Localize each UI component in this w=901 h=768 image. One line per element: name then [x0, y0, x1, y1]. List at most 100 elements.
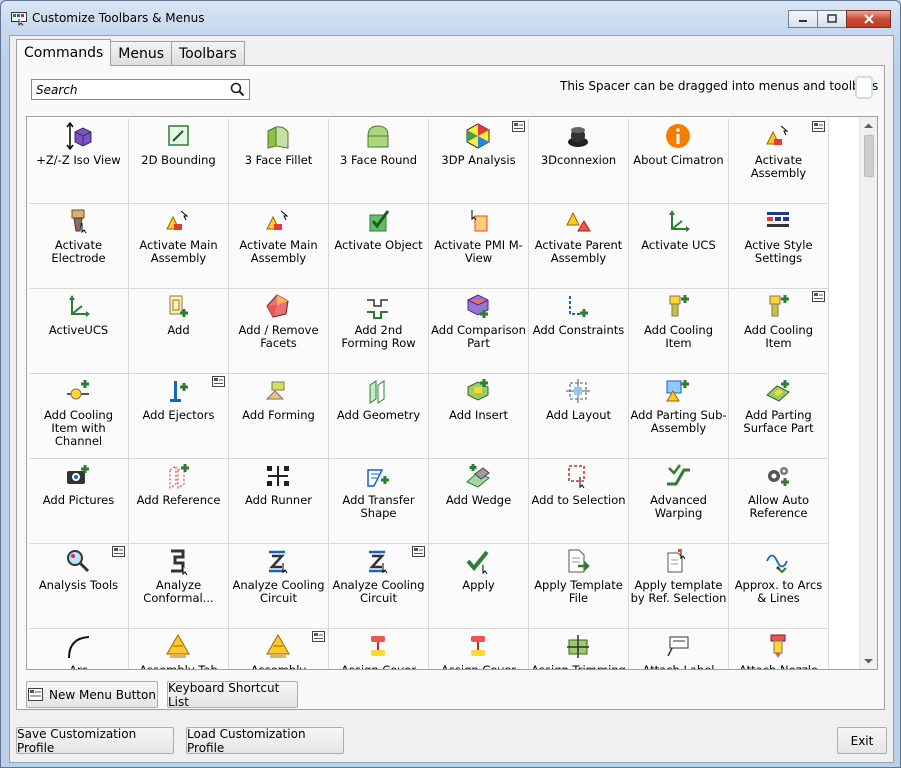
chevron-down-icon [864, 658, 873, 663]
command-label: Add Wedge [445, 493, 512, 507]
command-label: +Z/-Z Iso View [36, 153, 121, 167]
commands-grid-frame: +Z/-Z Iso View 2D Bounding 3 Face Fillet 3 … [26, 116, 878, 670]
command-tile[interactable]: Activate Main Assembly [229, 204, 329, 289]
command-tile[interactable]: Add Runner [229, 459, 329, 544]
submenu-icon [112, 546, 125, 557]
command-tile[interactable]: 2D Bounding [129, 119, 229, 204]
tab-commands[interactable]: Commands [16, 39, 112, 66]
command-tile[interactable]: Add Layout [529, 374, 629, 459]
command-tile[interactable]: Add Transfer Shape [329, 459, 429, 544]
tab-toolbars[interactable]: Toolbars [170, 41, 245, 65]
command-tile[interactable]: Add Ejectors [129, 374, 229, 459]
command-tile[interactable]: Add Forming [229, 374, 329, 459]
close-button[interactable] [846, 10, 891, 28]
command-label: 2D Bounding [141, 153, 216, 167]
command-tile[interactable]: Attach Nozzle [729, 629, 829, 669]
command-tile[interactable]: Active Style Settings [729, 204, 829, 289]
command-label: Apply template by Ref. Selection [630, 578, 727, 605]
command-tile[interactable]: 3DP Analysis [429, 119, 529, 204]
command-tile[interactable]: Add Wedge [429, 459, 529, 544]
reference-icon [169, 464, 189, 489]
command-tile[interactable]: Activate Object [329, 204, 429, 289]
command-tile[interactable]: Assign Trimming [529, 629, 629, 669]
command-tile[interactable]: +Z/-Z Iso View [29, 119, 129, 204]
command-tile[interactable]: 3 Face Round [329, 119, 429, 204]
keyboard-shortcut-button[interactable]: Keyboard Shortcut List [167, 681, 298, 709]
command-tile[interactable]: Analyze Cooling Circuit [329, 544, 429, 629]
command-tile[interactable]: Allow Auto Reference [729, 459, 829, 544]
face-fillet-icon [267, 126, 289, 149]
command-tile[interactable]: Assign Cover [329, 629, 429, 669]
search-icon[interactable] [230, 82, 245, 97]
app-icon [11, 12, 27, 26]
command-tile[interactable]: About Cimatron [629, 119, 729, 204]
command-tile[interactable]: Add Comparison Part [429, 289, 529, 374]
scrollbar-thumb[interactable] [864, 135, 874, 177]
command-tile[interactable]: Add Parting Sub-Assembly [629, 374, 729, 459]
command-tile[interactable]: Arc [29, 629, 129, 669]
cooling-icon [669, 295, 689, 317]
chevron-up-icon [864, 123, 873, 128]
scroll-down-button[interactable] [860, 652, 877, 669]
new-menu-label: New Menu Button [49, 687, 156, 702]
command-tile[interactable]: Analysis Tools [29, 544, 129, 629]
command-tile[interactable]: Add / Remove Facets [229, 289, 329, 374]
command-tile[interactable]: Activate PMI M-View [429, 204, 529, 289]
command-tile[interactable]: Assign Cover [429, 629, 529, 669]
ucs-icon [69, 295, 90, 317]
command-tile[interactable]: Assembly [229, 629, 329, 669]
vertical-scrollbar[interactable] [859, 117, 877, 669]
label-icon [667, 636, 689, 657]
command-tile[interactable]: Add to Selection [529, 459, 629, 544]
command-tile[interactable]: Assembly Tab [129, 629, 229, 669]
command-label: Analysis Tools [38, 578, 119, 592]
save-profile-button[interactable]: Save Customization Profile [16, 727, 174, 755]
command-tile[interactable]: ActiveUCS [29, 289, 129, 374]
load-profile-button[interactable]: Load Customization Profile [186, 727, 344, 755]
command-tile[interactable]: Add Pictures [29, 459, 129, 544]
search-input[interactable]: Search [31, 79, 250, 100]
command-tile[interactable]: Attach Label [629, 629, 729, 669]
minimize-icon [799, 20, 807, 22]
command-tile[interactable]: Add Constraints [529, 289, 629, 374]
command-tile[interactable]: Add [129, 289, 229, 374]
dialog-body: Commands Menus Toolbars Search This Spac… [9, 35, 894, 763]
command-tile[interactable]: Activate Electrode [29, 204, 129, 289]
command-tile[interactable]: Apply Template File [529, 544, 629, 629]
command-tile[interactable]: Add Geometry [329, 374, 429, 459]
command-label: Add Cooling Item [644, 323, 713, 350]
geometry-icon [369, 380, 385, 404]
command-tile[interactable]: Advanced Warping [629, 459, 729, 544]
maximize-button[interactable] [817, 10, 847, 28]
command-label: Add Parting Surface Part [743, 408, 814, 435]
command-label: Add Comparison Part [431, 323, 526, 350]
command-tile[interactable]: Apply template by Ref. Selection [629, 544, 729, 629]
command-tile[interactable]: Add Parting Surface Part [729, 374, 829, 459]
command-tile[interactable]: Apply [429, 544, 529, 629]
command-tile[interactable]: Activate UCS [629, 204, 729, 289]
new-menu-button[interactable]: New Menu Button [26, 681, 158, 708]
minimize-button[interactable] [788, 10, 818, 28]
command-tile[interactable]: 3Dconnexion [529, 119, 629, 204]
command-tile[interactable]: Analyze Cooling Circuit [229, 544, 329, 629]
activate-assembly-icon [166, 210, 189, 230]
command-tile[interactable]: Activate Parent Assembly [529, 204, 629, 289]
command-tile[interactable]: Add Cooling Item with Channel [29, 374, 129, 459]
command-tile[interactable]: Add Reference [129, 459, 229, 544]
command-tile[interactable]: Add Cooling Item [629, 289, 729, 374]
activate-assembly-icon [766, 125, 789, 145]
tab-menus[interactable]: Menus [110, 41, 172, 65]
draggable-spacer[interactable] [855, 76, 873, 99]
command-tile[interactable]: Add 2nd Forming Row [329, 289, 429, 374]
command-tile[interactable]: 3 Face Fillet [229, 119, 329, 204]
command-tile[interactable]: Add Cooling Item [729, 289, 829, 374]
submenu-icon [312, 631, 325, 642]
command-tile[interactable]: Add Insert [429, 374, 529, 459]
bounding-icon [168, 125, 189, 146]
command-tile[interactable]: Analyze Conformal... [129, 544, 229, 629]
exit-button[interactable]: Exit [837, 727, 887, 754]
scroll-up-button[interactable] [860, 117, 877, 134]
command-tile[interactable]: Approx. to Arcs & Lines [729, 544, 829, 629]
command-tile[interactable]: Activate Main Assembly [129, 204, 229, 289]
command-tile[interactable]: Activate Assembly [729, 119, 829, 204]
